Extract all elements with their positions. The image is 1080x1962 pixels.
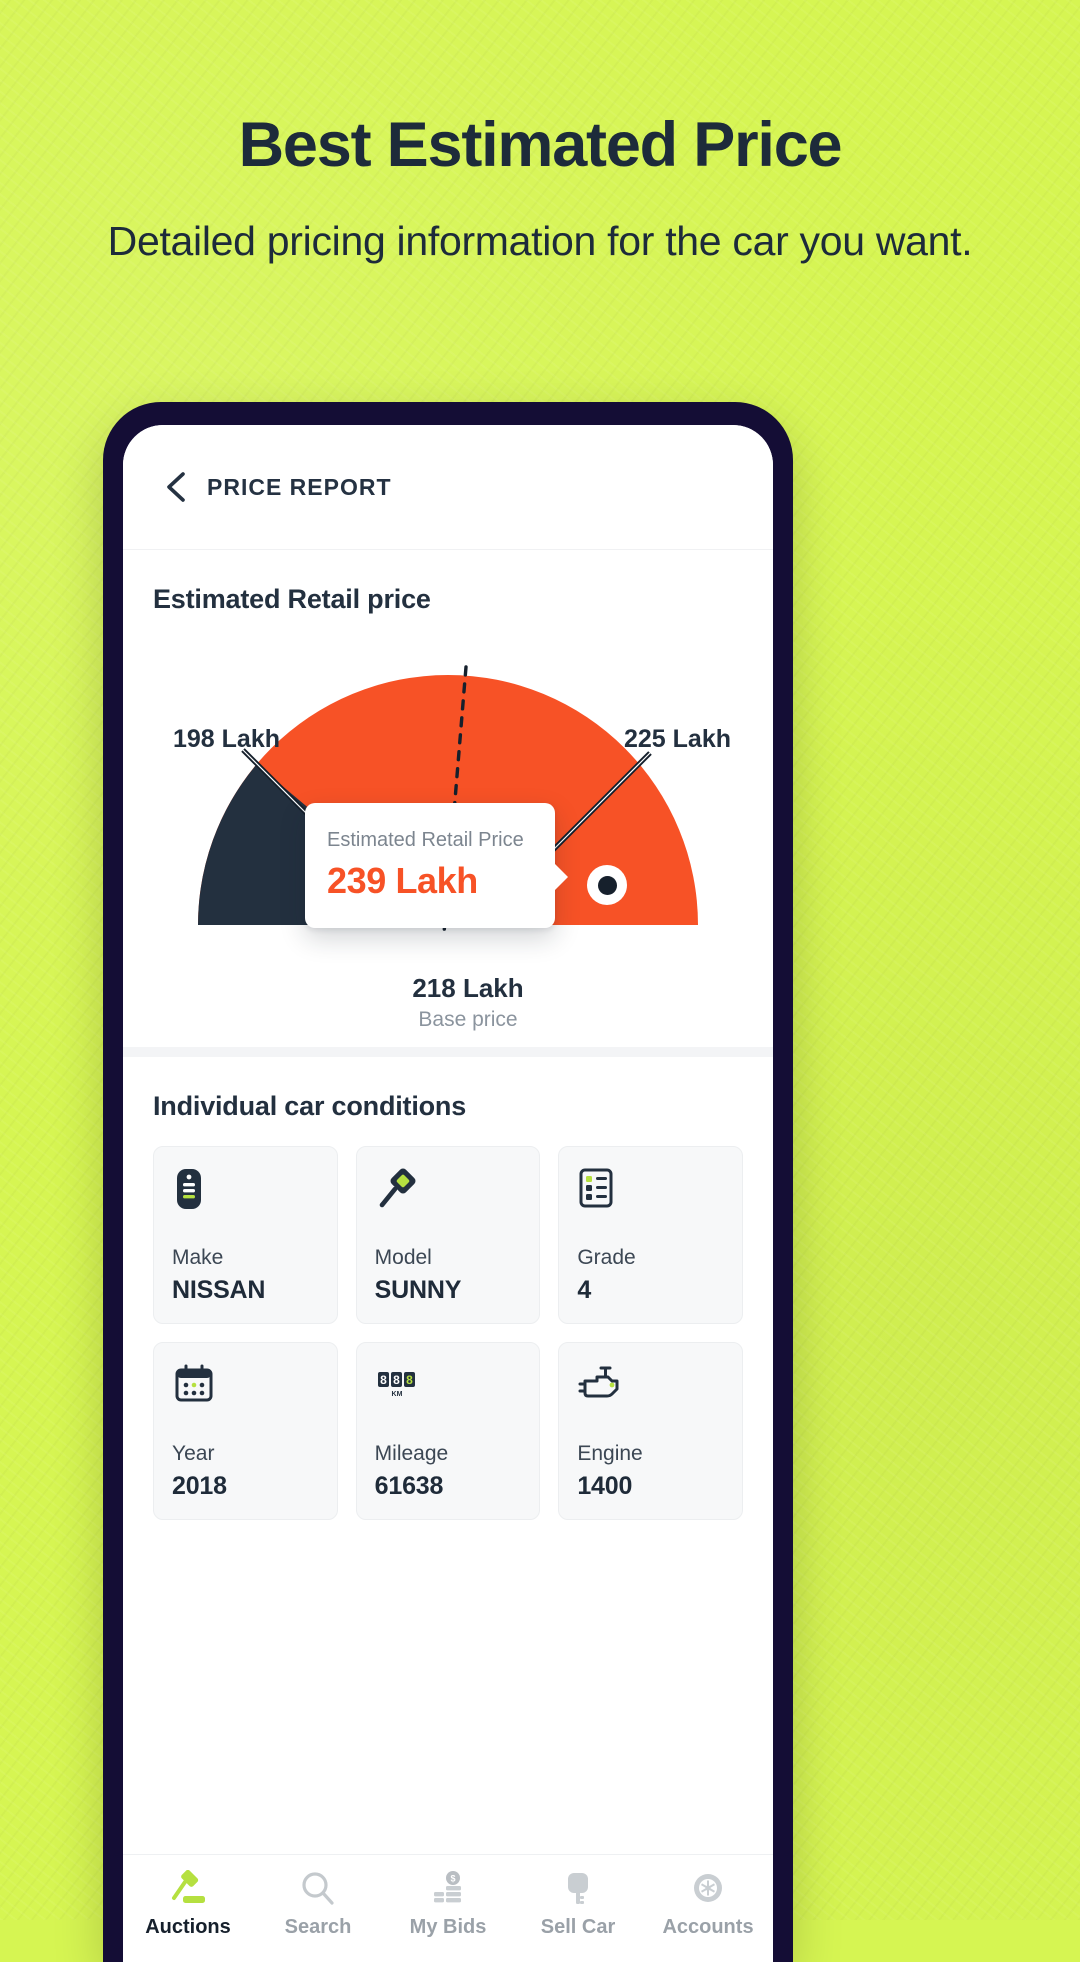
estimated-price-section: Estimated Retail price 198 Lakh 225 Lakh…	[123, 550, 773, 1047]
nav-label: Accounts	[662, 1916, 754, 1938]
hero-section: Best Estimated Price Detailed pricing in…	[0, 0, 1080, 267]
condition-card-model[interactable]: Model SUNNY	[355, 1146, 541, 1324]
search-icon	[299, 1869, 337, 1909]
svg-text:$: $	[450, 1874, 455, 1884]
phone-mockup-frame: PRICE REPORT Estimated Retail price 198 …	[103, 402, 793, 1962]
gauge-chart: 198 Lakh 225 Lakh Estimated Retail Price…	[153, 637, 743, 1037]
condition-value: 1400	[577, 1472, 633, 1500]
gavel-icon	[168, 1869, 208, 1909]
condition-card-engine[interactable]: Engine 1400	[558, 1342, 743, 1520]
app-bar: PRICE REPORT	[123, 425, 773, 550]
checklist-icon	[577, 1167, 724, 1213]
condition-value: SUNNY	[374, 1276, 462, 1304]
gauge-base-price-group: 218 Lakh Base price	[153, 973, 743, 1032]
car-key-fob-icon	[172, 1167, 319, 1213]
car-key-icon	[559, 1869, 597, 1909]
individual-car-conditions-section: Individual car conditions Make NISSAN Mo…	[123, 1057, 773, 1520]
engine-icon	[577, 1363, 724, 1409]
condition-label: Grade	[577, 1246, 636, 1269]
condition-card-mileage[interactable]: 8 8 8 KM Mileage 61638	[355, 1342, 541, 1520]
nav-item-auctions[interactable]: Auctions	[123, 1869, 253, 1939]
gauge-base-price-label: Base price	[418, 1008, 518, 1031]
bottom-navigation-bar: Auctions Search $ My Bids Sell Car Accou…	[123, 1854, 773, 1962]
svg-text:8: 8	[380, 1373, 387, 1387]
estimated-price-tooltip: Estimated Retail Price 239 Lakh	[305, 803, 568, 928]
nav-label: Auctions	[145, 1916, 231, 1938]
chevron-left-icon	[167, 472, 185, 502]
nav-item-accounts[interactable]: Accounts	[643, 1869, 773, 1939]
section-title-estimated-price: Estimated Retail price	[153, 584, 431, 614]
tooltip-value: 239 Lakh	[327, 860, 478, 901]
gauge-pointer-dot	[587, 865, 627, 905]
svg-text:KM: KM	[391, 1391, 402, 1398]
nav-label: My Bids	[409, 1916, 487, 1938]
condition-card-make[interactable]: Make NISSAN	[153, 1146, 338, 1324]
gauge-pointer-inner-dot	[597, 875, 617, 895]
hero-title: Best Estimated Price	[238, 110, 843, 180]
nav-item-my-bids[interactable]: $ My Bids	[383, 1869, 513, 1939]
condition-value: 61638	[374, 1472, 444, 1500]
app-bar-title: PRICE REPORT	[207, 473, 392, 500]
condition-label: Year	[172, 1442, 215, 1465]
condition-label: Mileage	[374, 1442, 449, 1465]
condition-label: Make	[172, 1246, 224, 1269]
wheel-icon	[689, 1869, 727, 1909]
back-button[interactable]	[153, 464, 199, 510]
gauge-label-min: 198 Lakh	[173, 725, 281, 753]
condition-card-year[interactable]: Year 2018	[153, 1342, 338, 1520]
svg-text:8: 8	[393, 1373, 400, 1387]
nav-label: Sell Car	[540, 1916, 616, 1938]
condition-value: NISSAN	[172, 1276, 266, 1304]
tag-magnifier-icon	[375, 1167, 522, 1213]
condition-label: Engine	[577, 1442, 643, 1465]
nav-item-sell-car[interactable]: Sell Car	[513, 1869, 643, 1939]
gauge-label-max: 225 Lakh	[623, 725, 731, 753]
condition-value: 4	[577, 1276, 592, 1304]
coins-icon: $	[429, 1869, 467, 1909]
hero-subtitle: Detailed pricing information for the car…	[107, 217, 973, 264]
tooltip-label: Estimated Retail Price	[327, 829, 524, 851]
condition-value: 2018	[172, 1472, 227, 1500]
odometer-icon: 8 8 8 KM	[375, 1363, 522, 1409]
phone-screen: PRICE REPORT Estimated Retail price 198 …	[123, 425, 773, 1962]
section-divider	[123, 1047, 773, 1057]
conditions-grid: Make NISSAN Model SUNNY Grade 4 Year 201…	[153, 1146, 743, 1520]
gauge-base-price-value: 218 Lakh	[412, 973, 524, 1003]
nav-label: Search	[284, 1916, 352, 1938]
nav-item-search[interactable]: Search	[253, 1869, 383, 1939]
section-title-conditions: Individual car conditions	[153, 1091, 467, 1121]
svg-text:8: 8	[406, 1373, 413, 1387]
condition-label: Model	[374, 1246, 432, 1269]
condition-card-grade[interactable]: Grade 4	[558, 1146, 743, 1324]
calendar-icon	[172, 1363, 319, 1409]
